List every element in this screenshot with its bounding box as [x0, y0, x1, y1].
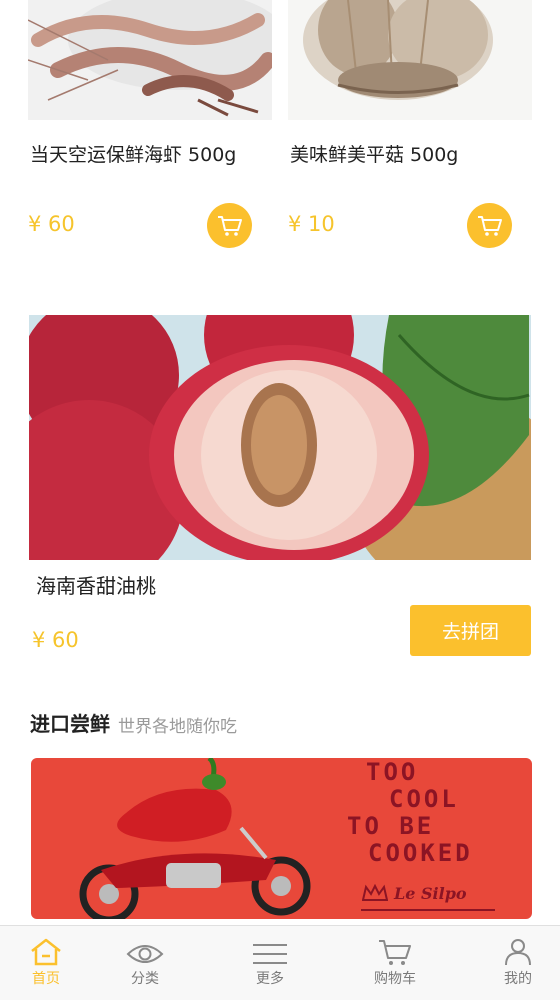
join-group-button[interactable]: 去拼团	[410, 605, 531, 656]
product-card-shrimp[interactable]: 当天空运保鲜海虾 500g ¥ 60	[28, 0, 272, 260]
tab-home[interactable]: 首页	[6, 926, 86, 1000]
product-card-mushroom[interactable]: 美味鲜美平菇 500g ¥ 10	[288, 0, 532, 260]
shrimp-image[interactable]	[28, 0, 272, 120]
nectarine-image[interactable]	[29, 315, 531, 560]
group-buy-name: 海南香甜油桃	[36, 574, 156, 598]
product-name: 美味鲜美平菇 500g	[290, 144, 459, 166]
user-icon	[504, 936, 532, 966]
tab-label: 首页	[32, 971, 60, 987]
home-icon	[29, 936, 63, 966]
cart-icon	[378, 936, 412, 966]
banner-logo: Le Silpo	[394, 884, 467, 903]
tab-label: 更多	[256, 971, 284, 987]
product-price: ¥ 10	[288, 212, 335, 236]
tab-profile[interactable]: 我的	[478, 926, 558, 1000]
tab-label: 购物车	[374, 971, 416, 987]
banner-line-1: TOO	[366, 758, 419, 786]
add-to-cart-button[interactable]	[207, 203, 252, 248]
banner-line-2: COOL	[389, 785, 459, 813]
tab-label: 我的	[504, 971, 532, 987]
add-to-cart-button[interactable]	[467, 203, 512, 248]
product-price: ¥ 60	[28, 212, 75, 236]
eye-icon	[126, 936, 164, 966]
mushroom-image[interactable]	[288, 0, 532, 120]
banner-logo-underline	[361, 909, 495, 911]
banner-illustration	[79, 758, 311, 919]
product-grid: 当天空运保鲜海虾 500g ¥ 60 美味鲜美平菇 500g ¥ 10	[0, 0, 560, 260]
tab-cart[interactable]: 购物车	[355, 926, 435, 1000]
menu-lines-icon	[252, 936, 288, 966]
section-title: 进口尝鲜	[30, 712, 110, 736]
tab-label: 分类	[131, 971, 159, 987]
bottom-tab-bar: 首页 分类 更多 购物车 我的	[0, 925, 560, 1000]
cart-icon	[477, 215, 502, 236]
cart-icon	[217, 215, 242, 236]
banner-line-4: COOKED	[368, 839, 473, 867]
product-name: 当天空运保鲜海虾 500g	[30, 144, 237, 166]
group-buy-price: ¥ 60	[32, 628, 79, 652]
tab-category[interactable]: 分类	[105, 926, 185, 1000]
tab-more[interactable]: 更多	[230, 926, 310, 1000]
banner-line-3: TO BE	[347, 812, 435, 840]
crown-icon	[362, 884, 388, 901]
section-subtitle: 世界各地随你吃	[118, 717, 237, 737]
